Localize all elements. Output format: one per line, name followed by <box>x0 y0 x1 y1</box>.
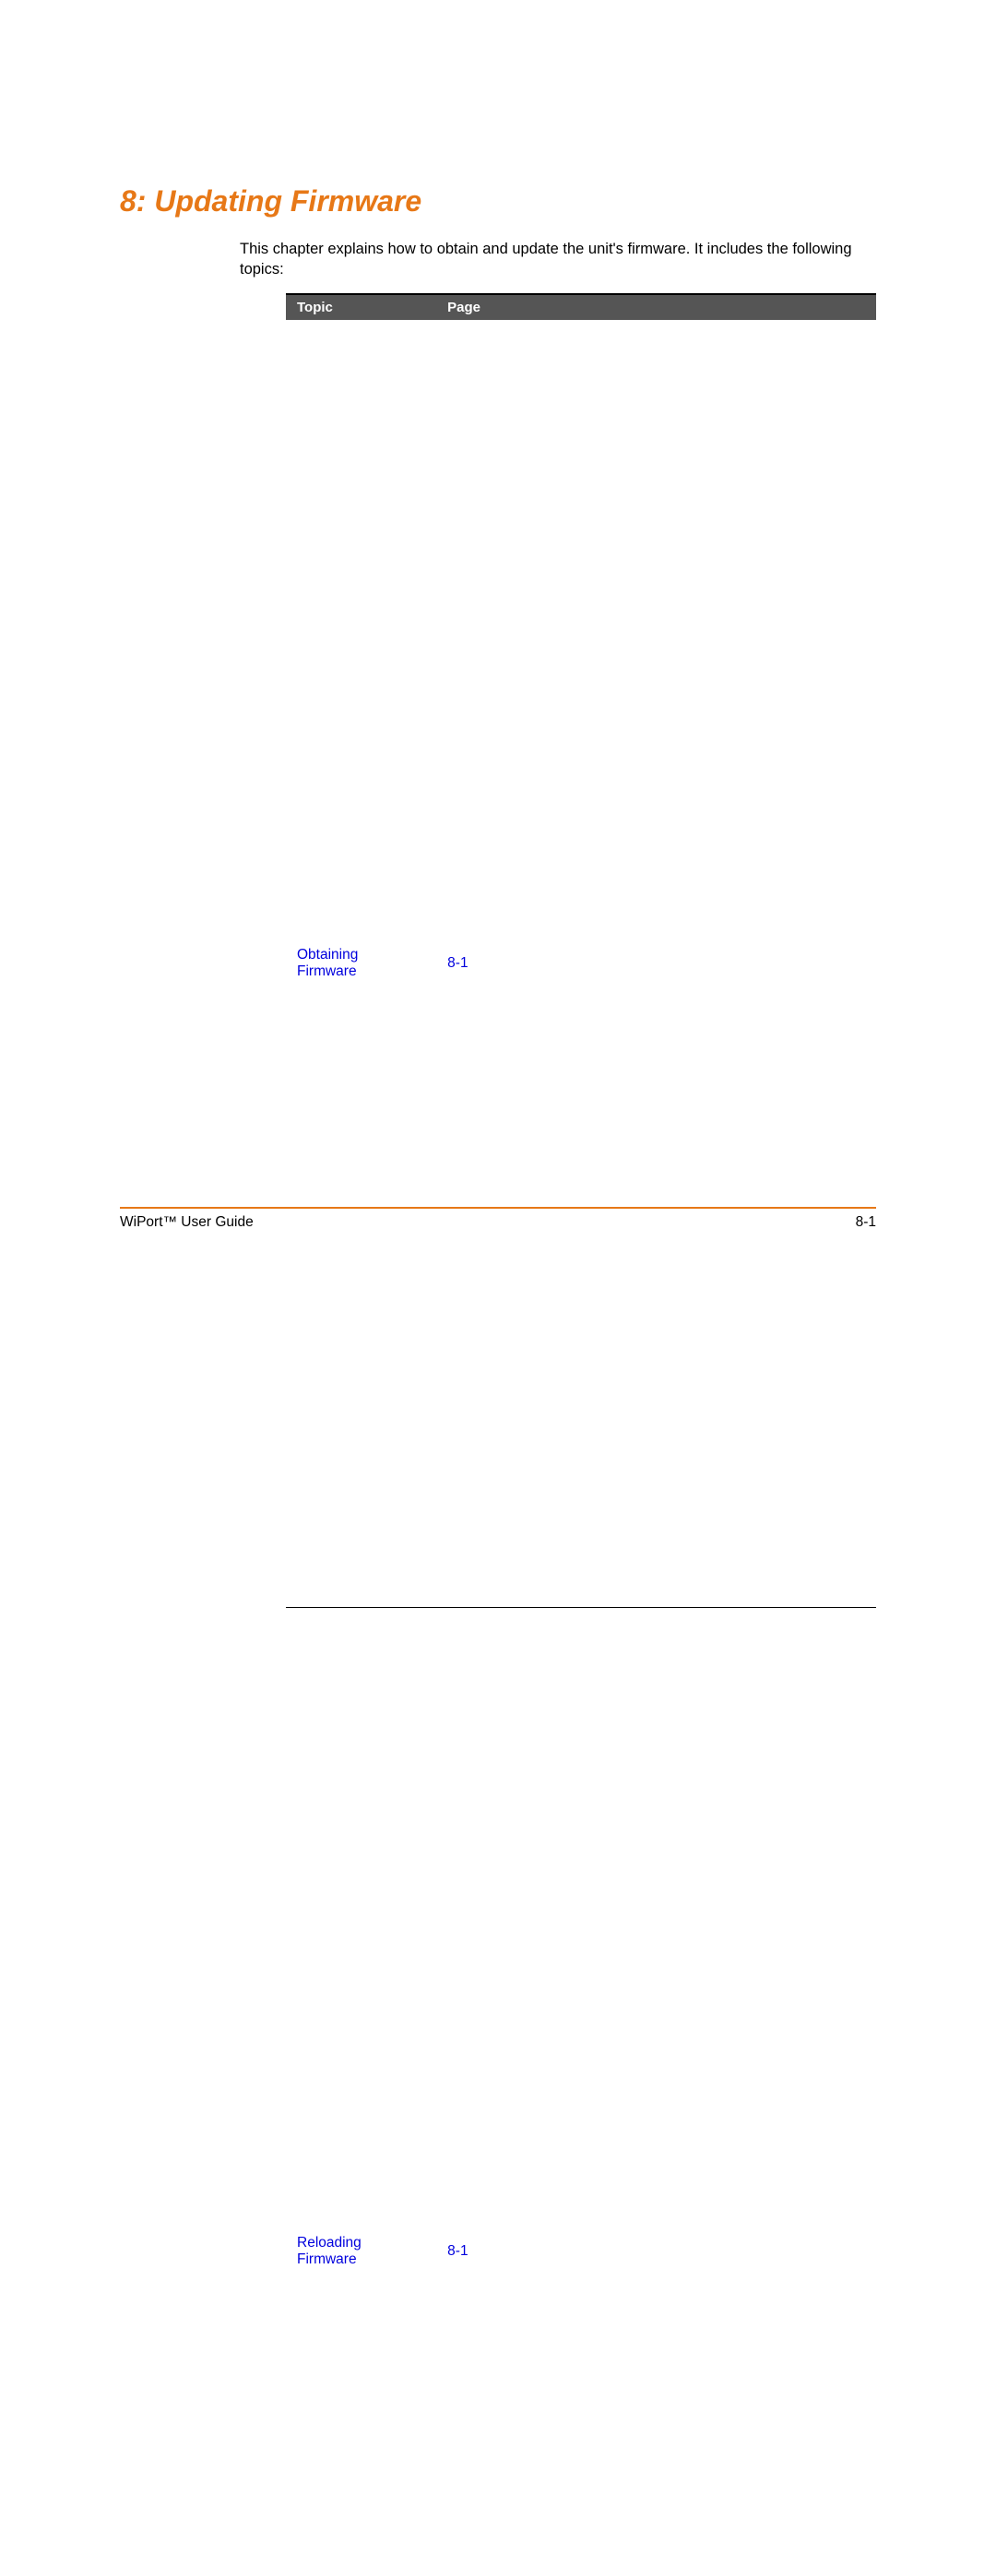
toc-row: Reloading Firmware 8-1 <box>286 1608 876 2576</box>
toc-header-topic: Topic <box>286 294 429 320</box>
toc-row: Obtaining Firmware 8-1 <box>286 320 876 1608</box>
toc-page-reloading[interactable]: 8-1 <box>447 2243 468 2259</box>
toc-page-obtaining[interactable]: 8-1 <box>447 955 468 971</box>
toc-link-obtaining[interactable]: Obtaining Firmware <box>297 947 358 979</box>
toc-link-reloading[interactable]: Reloading Firmware <box>297 2235 362 2267</box>
footer-right: 8-1 <box>856 1214 876 1231</box>
toc-header-page: Page <box>429 294 876 320</box>
page-footer: WiPort™ User Guide 8-1 <box>120 1207 876 1231</box>
intro-text: This chapter explains how to obtain and … <box>240 239 876 280</box>
intro-block: This chapter explains how to obtain and … <box>240 239 876 2576</box>
footer-left: WiPort™ User Guide <box>120 1214 254 1231</box>
chapter-title: 8: Updating Firmware <box>120 184 876 219</box>
toc-table: Topic Page Obtaining Firmware 8-1 Reload… <box>286 293 876 2576</box>
page: 8: Updating Firmware This chapter explai… <box>0 0 996 1288</box>
